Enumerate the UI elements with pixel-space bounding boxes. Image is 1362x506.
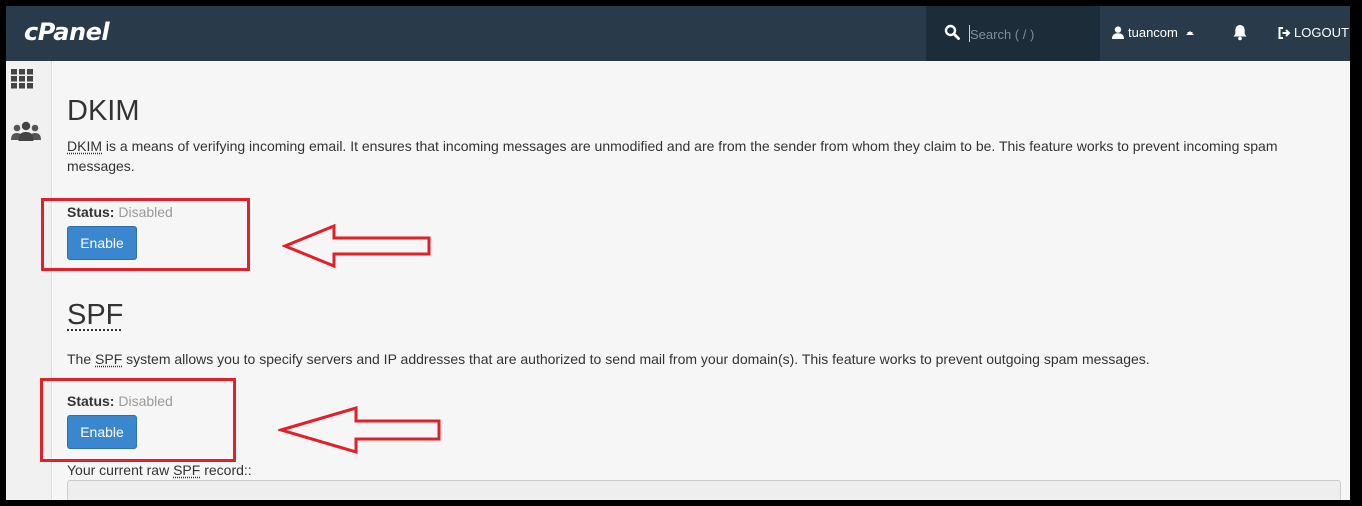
screenshot-frame: cPanel tuancom xyxy=(6,6,1350,500)
spf-raw-label-suffix: record:: xyxy=(200,462,252,478)
highlight-box-spf xyxy=(40,378,236,462)
top-navbar: cPanel tuancom xyxy=(6,6,1350,61)
users-group-icon[interactable] xyxy=(11,121,41,143)
user-icon xyxy=(1112,26,1124,39)
user-menu[interactable]: tuancom xyxy=(1112,25,1198,40)
spf-description-prefix: The xyxy=(67,351,96,367)
search-box[interactable] xyxy=(926,6,1100,61)
left-arrow-icon xyxy=(282,223,431,269)
dkim-description-text: is a means of verifying incoming email. … xyxy=(67,138,1278,174)
apps-grid-icon[interactable] xyxy=(11,69,33,89)
spf-description-text: system allows you to specify servers and… xyxy=(122,351,1150,367)
spf-raw-label-prefix: Your current raw xyxy=(67,462,174,478)
caret-down-icon xyxy=(1185,30,1194,35)
spf-description: The SPF system allows you to specify ser… xyxy=(67,349,1327,369)
main-content: DKIM DKIM is a means of verifying incomi… xyxy=(53,61,1350,500)
left-arrow-icon xyxy=(278,405,441,455)
dkim-heading: DKIM xyxy=(67,95,140,127)
spf-raw-record-field[interactable] xyxy=(67,480,1341,500)
notification-bell-icon[interactable] xyxy=(1232,24,1248,41)
spf-abbr: SPF xyxy=(95,351,123,367)
cpanel-logo[interactable]: cPanel xyxy=(24,18,110,46)
search-caret xyxy=(969,25,970,42)
highlight-box-dkim xyxy=(41,198,250,271)
spf-heading: SPF xyxy=(67,299,123,332)
logout-icon xyxy=(1278,26,1291,39)
spf-heading-abbr: SPF xyxy=(67,299,124,331)
spf-raw-record-label: Your current raw SPF record:: xyxy=(67,462,252,478)
logout-label: LOGOUT xyxy=(1294,25,1349,40)
search-icon xyxy=(944,24,960,40)
username-label: tuancom xyxy=(1128,25,1178,40)
logout-link[interactable]: LOGOUT xyxy=(1278,25,1349,40)
spf-raw-label-abbr: SPF xyxy=(173,462,201,478)
dkim-abbr: DKIM xyxy=(67,138,102,154)
dkim-description: DKIM is a means of verifying incoming em… xyxy=(67,136,1327,176)
search-input[interactable] xyxy=(970,23,1090,45)
